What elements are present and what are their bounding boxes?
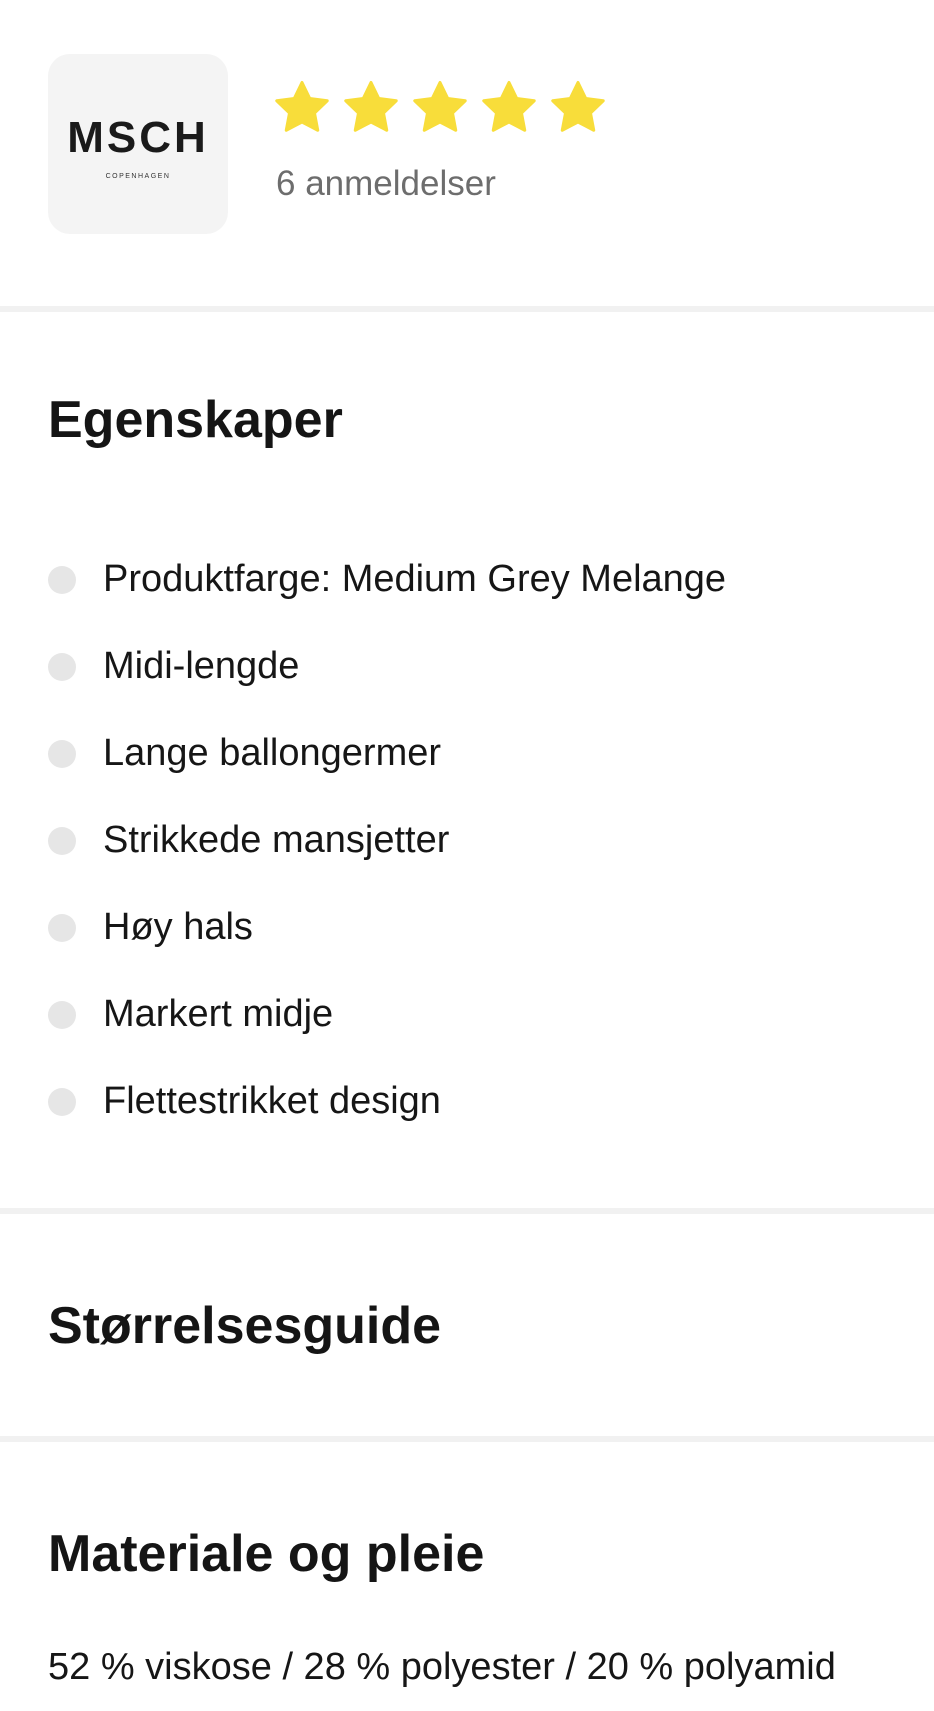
property-item-text: Produktfarge: Medium Grey Melange [103, 558, 727, 600]
star-rating[interactable] [272, 78, 608, 138]
bullet-icon [48, 653, 76, 681]
brand-logo[interactable]: MSCH COPENHAGEN [48, 54, 228, 234]
reviews-count-link[interactable]: 6 anmeldelser [276, 166, 496, 201]
star-icon [479, 78, 539, 138]
brand-logo-subtext: COPENHAGEN [106, 173, 171, 180]
brand-logo-text: MSCH [67, 113, 209, 162]
material-composition: 52 % viskose / 28 % polyester / 20 % pol… [48, 1646, 836, 1688]
brand-rating-header: MSCH COPENHAGEN 6 anmeldelser [48, 54, 888, 234]
property-item-text: Midi-lengde [103, 645, 300, 687]
property-item-text: Markert midje [103, 993, 334, 1035]
star-icon [410, 78, 470, 138]
property-item: Høy hals [48, 904, 726, 991]
property-item-text: Flettestrikket design [103, 1080, 441, 1122]
bullet-icon [48, 566, 76, 594]
bullet-icon [48, 827, 76, 855]
material-care-heading[interactable]: Materiale og pleie [48, 1528, 484, 1580]
property-item: Markert midje [48, 991, 726, 1078]
bullet-icon [48, 740, 76, 768]
property-item-text: Strikkede mansjetter [103, 819, 450, 861]
bullet-icon [48, 1088, 76, 1116]
property-item: Lange ballongermer [48, 730, 726, 817]
properties-list: Produktfarge: Medium Grey Melange Midi-le… [48, 556, 726, 1165]
property-item: Produktfarge: Medium Grey Melange [48, 556, 726, 643]
property-item: Flettestrikket design [48, 1078, 726, 1165]
bullet-icon [48, 1001, 76, 1029]
size-guide-heading[interactable]: Størrelsesguide [48, 1300, 441, 1352]
star-icon [548, 78, 608, 138]
star-icon [272, 78, 332, 138]
property-item: Midi-lengde [48, 643, 726, 730]
property-item-text: Lange ballongermer [103, 732, 442, 774]
property-item: Strikkede mansjetter [48, 817, 726, 904]
divider [0, 306, 934, 312]
brand-logo-graphic: MSCH COPENHAGEN [67, 113, 209, 180]
bullet-icon [48, 914, 76, 942]
star-icon [341, 78, 401, 138]
divider [0, 1436, 934, 1442]
properties-heading: Egenskaper [48, 391, 343, 449]
property-item-text: Høy hals [103, 906, 253, 948]
divider [0, 1208, 934, 1214]
